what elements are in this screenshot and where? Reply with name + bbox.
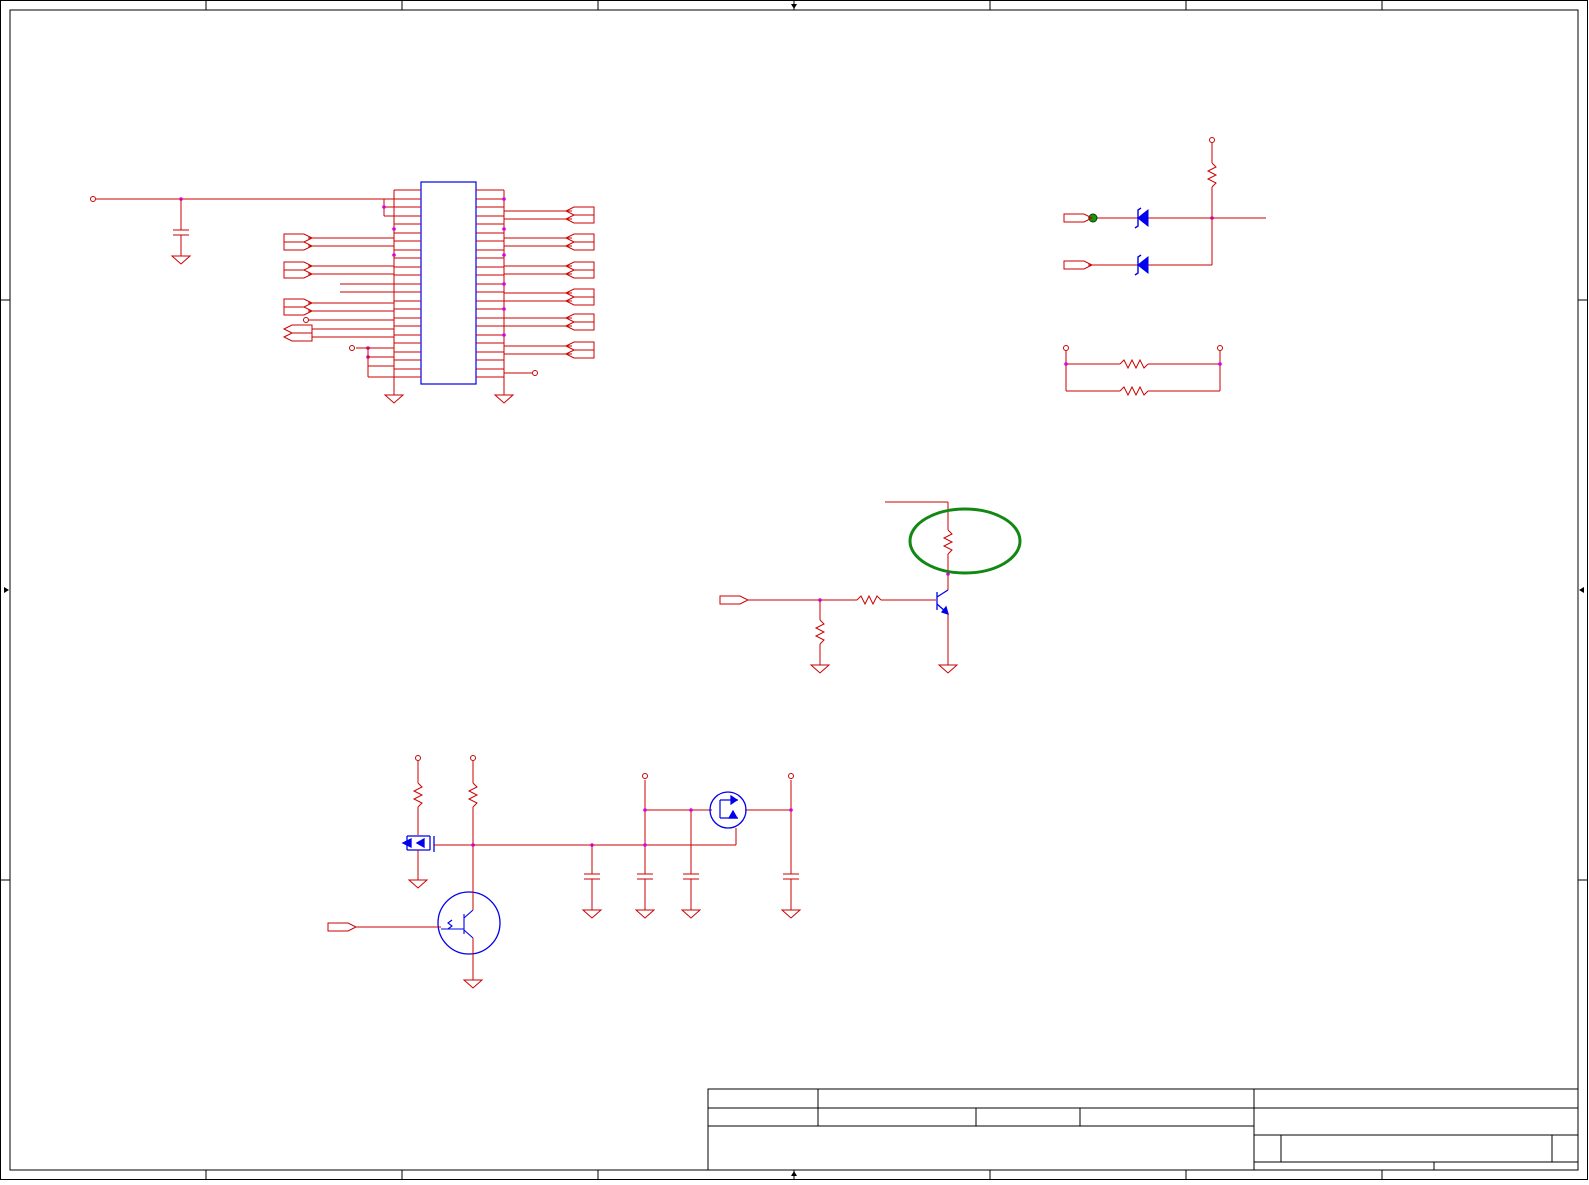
pullup-resistor bbox=[467, 782, 479, 808]
ground-icon bbox=[809, 664, 831, 674]
left-signal-wires bbox=[308, 237, 394, 378]
power-port bbox=[470, 755, 476, 761]
ground-icon bbox=[170, 255, 192, 265]
bidirectional-connector bbox=[282, 324, 313, 334]
npn-transistor bbox=[936, 589, 949, 616]
nmos bbox=[401, 835, 435, 852]
power-port bbox=[1063, 345, 1069, 351]
outer-border bbox=[0, 0, 1588, 1180]
offpage-connector bbox=[1063, 213, 1094, 223]
pullup-resistor bbox=[412, 782, 424, 808]
schematic-canvas bbox=[0, 0, 1588, 1180]
offpage-connector bbox=[719, 595, 750, 605]
power-port bbox=[303, 317, 309, 323]
power-port-left bbox=[90, 196, 96, 202]
ic-pin-wires bbox=[384, 189, 504, 378]
parallel-resistors bbox=[1063, 345, 1223, 397]
resistor-top bbox=[1119, 358, 1149, 370]
capacitors bbox=[581, 780, 802, 919]
diode-block bbox=[1063, 137, 1266, 276]
junction-dot bbox=[643, 808, 647, 812]
ground-icon bbox=[407, 879, 429, 889]
power-port bbox=[788, 773, 794, 779]
offpage-connectors-right bbox=[564, 206, 595, 359]
base-resistor bbox=[856, 594, 882, 606]
right-signal-wires bbox=[504, 210, 572, 374]
center-markers bbox=[4, 4, 1584, 1176]
ground-icon bbox=[937, 664, 959, 674]
pmos bbox=[709, 791, 747, 829]
power-switch bbox=[327, 755, 802, 989]
collector-resistor bbox=[942, 529, 954, 555]
junction-dot bbox=[1064, 362, 1068, 366]
inner-border bbox=[9, 9, 1579, 1171]
power-port bbox=[532, 370, 538, 376]
offpage-connector bbox=[283, 241, 314, 251]
offpage-connectors-left bbox=[282, 233, 314, 342]
offpage-connector bbox=[283, 233, 314, 243]
ground-icon bbox=[493, 394, 515, 404]
ground-icon bbox=[383, 394, 405, 404]
title-block-border bbox=[707, 1088, 1579, 1171]
power-port bbox=[1217, 345, 1223, 351]
title-block bbox=[707, 1088, 1579, 1171]
bidirectional-connector bbox=[282, 332, 313, 342]
bottom-center-arrow bbox=[791, 1171, 797, 1176]
power-port bbox=[415, 755, 421, 761]
connector-block bbox=[90, 181, 595, 404]
right-center-arrow bbox=[1579, 587, 1584, 593]
junction-dot bbox=[1218, 362, 1222, 366]
highlight-ellipse bbox=[908, 507, 1022, 575]
power-port bbox=[1209, 137, 1215, 143]
pmos-internals bbox=[719, 794, 739, 819]
resistor-bottom bbox=[1119, 385, 1149, 397]
offpage-connector bbox=[283, 269, 314, 279]
power-port bbox=[642, 773, 648, 779]
drawing-frame bbox=[0, 0, 1588, 1180]
junction-dot bbox=[789, 808, 793, 812]
pulldown-resistor bbox=[814, 619, 826, 645]
ground-icon bbox=[462, 979, 484, 989]
junction-dot bbox=[689, 808, 693, 812]
top-center-arrow bbox=[791, 4, 797, 9]
offpage-connector bbox=[1063, 260, 1094, 270]
junction-dot bbox=[643, 843, 647, 847]
left-center-arrow bbox=[4, 587, 9, 593]
offpage-connector bbox=[327, 922, 358, 932]
digital-transistor-internals bbox=[441, 909, 474, 939]
ic-connector-body bbox=[420, 181, 477, 385]
decoupling-capacitor bbox=[173, 199, 189, 256]
schematic-sheet bbox=[0, 0, 1589, 1180]
pullup-resistor bbox=[1206, 162, 1218, 188]
power-port bbox=[349, 345, 355, 351]
offpage-connector bbox=[283, 298, 314, 308]
transistor-switch bbox=[719, 501, 1022, 674]
offpage-connector bbox=[283, 261, 314, 271]
offpage-connector bbox=[283, 306, 314, 316]
